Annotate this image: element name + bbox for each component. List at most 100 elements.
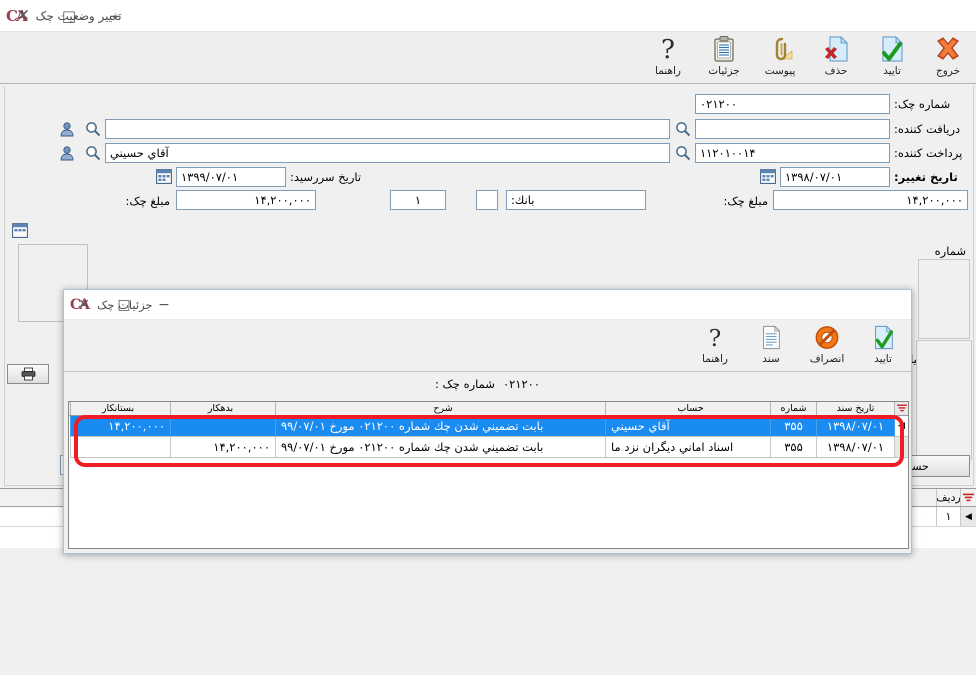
close-button[interactable]: ✕: [0, 0, 46, 32]
col-header-radif: ردیف: [936, 489, 960, 506]
receiver-name-input[interactable]: [105, 119, 670, 139]
payer-name-input[interactable]: آقاي حسيني: [105, 143, 670, 163]
amount-label-right: مبلغ چک:: [724, 194, 769, 208]
field-row-receiver: دریافت کننده:: [55, 118, 968, 139]
cell-radif: ۱: [936, 507, 960, 527]
question-mark-icon: ?: [654, 34, 682, 64]
table-row[interactable]: ۱۳۹۸/۰۷/۰۱ ۳۵۵ اسناد اماني ديگران نزد ما…: [69, 437, 908, 458]
journal-col-number: شماره: [770, 402, 816, 415]
amount-input-right[interactable]: ۱۴,۲۰۰,۰۰۰: [773, 190, 968, 210]
dialog-maximize-button[interactable]: □: [104, 290, 144, 320]
svg-text:?: ?: [709, 324, 721, 350]
status-group-box-ghost: [918, 259, 970, 339]
row-indicator: ◀: [960, 507, 976, 527]
journal-cell-credit: ۱۴,۲۰۰,۰۰۰: [70, 416, 170, 437]
dialog-document-label: سند: [762, 353, 779, 365]
receiver-lookup-search-button[interactable]: [82, 118, 103, 139]
toolbar-attachment-button[interactable]: پیوست: [752, 32, 808, 82]
amount-label-left: مبلغ چک:: [126, 194, 171, 208]
dialog-help-button[interactable]: ? راهنما: [687, 320, 743, 370]
svg-text:?: ?: [661, 35, 675, 63]
bank-dropdown-button[interactable]: [476, 190, 498, 210]
journal-cell-credit: [70, 437, 170, 458]
due-date-input[interactable]: ۱۳۹۹/۰۷/۰۱: [176, 167, 286, 187]
check-number-label: شماره چک:: [890, 97, 968, 111]
work-area: شماره چک: ۰۲۱۲۰۰ دریافت کننده: پرداخت کن…: [0, 84, 976, 675]
main-title-bar: CA تغییر وضعیت چک − □ ✕: [0, 0, 976, 32]
minimize-button[interactable]: −: [92, 0, 138, 32]
table-row[interactable]: ◀ ۱۳۹۸/۰۷/۰۱ ۳۵۵ آقاي حسيني بابت تضميني …: [69, 416, 908, 437]
receiver-search-button[interactable]: [672, 118, 693, 139]
dialog-window-controls: − □ ✕: [64, 290, 184, 320]
change-date-calendar-icon[interactable]: [757, 166, 778, 187]
delete-doc-icon: [822, 34, 850, 64]
dialog-close-button[interactable]: ✕: [64, 290, 104, 320]
payer-person-icon[interactable]: [57, 142, 78, 163]
journal-cell-date: ۱۳۹۸/۰۷/۰۱: [816, 416, 894, 437]
journal-cell-number: ۳۵۵: [770, 437, 816, 458]
receiver-person-icon[interactable]: [57, 118, 78, 139]
journal-col-credit: بستانكار: [70, 402, 170, 415]
toolbar-help-label: راهنما: [655, 65, 681, 77]
toolbar-confirm-label: تایید: [883, 65, 901, 77]
journal-grid-header: تاریخ سند شماره حساب شرح بدهكار بستانكار: [69, 402, 908, 416]
question-mark-icon: ?: [702, 322, 728, 352]
toolbar-confirm-button[interactable]: تایید: [864, 32, 920, 82]
toolbar-delete-label: حذف: [825, 65, 848, 77]
toolbar-exit-label: خروج: [936, 65, 960, 77]
maximize-button[interactable]: □: [46, 0, 92, 32]
paperclip-icon: [766, 34, 794, 64]
due-date-calendar-icon[interactable]: [153, 166, 174, 187]
dialog-document-button[interactable]: سند: [743, 320, 799, 370]
confirm-doc-icon: [870, 322, 896, 352]
dialog-toolbar: تایید انصراف: [64, 320, 911, 372]
journal-row-indicator: ◀: [894, 416, 908, 437]
payer-search-button[interactable]: [672, 142, 693, 163]
journal-col-account: حساب: [605, 402, 770, 415]
payer-lookup-search-button[interactable]: [82, 142, 103, 163]
journal-cell-date: ۱۳۹۸/۰۷/۰۱: [816, 437, 894, 458]
red-x-icon: [933, 34, 963, 64]
last-details-group-ghost: [916, 340, 972, 460]
journal-filter-icon[interactable]: [894, 402, 908, 415]
amount-input-left[interactable]: ۱۴,۲۰۰,۰۰۰: [176, 190, 316, 210]
change-date-input[interactable]: ۱۳۹۸/۰۷/۰۱: [780, 167, 890, 187]
dialog-minimize-button[interactable]: −: [144, 290, 184, 320]
journal-row-indicator: [894, 437, 908, 458]
dialog-cancel-label: انصراف: [810, 353, 845, 365]
journal-col-date: تاریخ سند: [816, 402, 894, 415]
receiver-label: دریافت کننده:: [890, 122, 968, 136]
number-label-ghost: شماره: [935, 244, 966, 258]
field-row-change-date: تاریخ تغییر: ۱۳۹۸/۰۷/۰۱: [755, 166, 968, 187]
check-details-dialog: CA جزئیات چک − □ ✕: [63, 289, 912, 554]
receiver-code-input[interactable]: [695, 119, 890, 139]
journal-cell-account: اسناد اماني ديگران نزد ما: [605, 437, 770, 458]
journal-cell-account: آقاي حسيني: [605, 416, 770, 437]
change-date-label: تاریخ تغییر:: [890, 170, 968, 184]
ghost-calendar-icon[interactable]: [8, 220, 32, 241]
journal-entries-grid: تاریخ سند شماره حساب شرح بدهكار بستانكار…: [68, 401, 909, 549]
dialog-help-label: راهنما: [702, 353, 728, 365]
payer-label: پرداخت کننده:: [890, 146, 968, 160]
bank-input[interactable]: بانك:: [506, 190, 646, 210]
toolbar-details-button[interactable]: جزئیات: [696, 32, 752, 82]
dialog-cancel-button[interactable]: انصراف: [799, 320, 855, 370]
toolbar-help-button[interactable]: ? راهنما: [640, 32, 696, 82]
toolbar-exit-button[interactable]: خروج: [920, 32, 976, 82]
print-button-ghost[interactable]: [7, 364, 49, 384]
dialog-check-number-row: ۰۲۱۲۰۰ شماره چک :: [64, 372, 911, 396]
clipboard-icon: [710, 34, 738, 64]
check-number-input[interactable]: ۰۲۱۲۰۰: [695, 94, 890, 114]
journal-cell-number: ۳۵۵: [770, 416, 816, 437]
main-toolbar: خروج تایید ح: [0, 32, 976, 84]
toolbar-details-label: جزئیات: [708, 65, 739, 77]
document-icon: [758, 322, 784, 352]
window-controls: − □ ✕: [0, 0, 138, 32]
toolbar-delete-button[interactable]: حذف: [808, 32, 864, 82]
payer-code-input[interactable]: ۱۱۲۰۱۰۰۱۴: [695, 143, 890, 163]
dialog-title-bar: CA جزئیات چک − □ ✕: [64, 290, 911, 320]
serial-input[interactable]: ۱: [390, 190, 446, 210]
filter-icon[interactable]: [960, 489, 976, 506]
dialog-confirm-button[interactable]: تایید: [855, 320, 911, 370]
field-row-payer: پرداخت کننده: ۱۱۲۰۱۰۰۱۴ آقاي حسيني: [55, 142, 968, 163]
